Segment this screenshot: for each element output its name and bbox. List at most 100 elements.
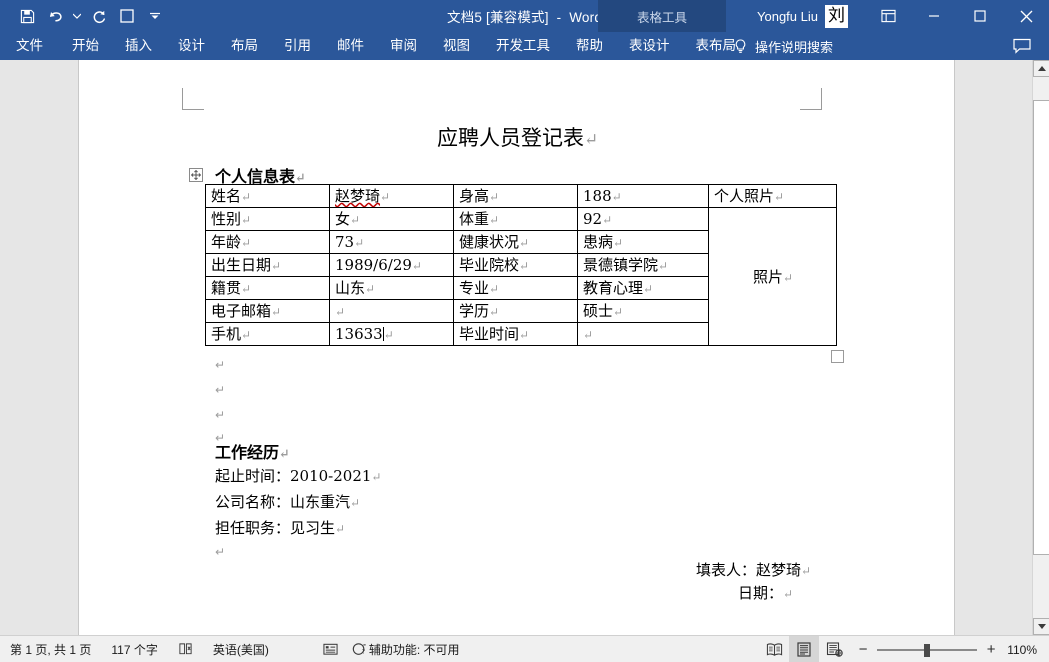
cell-label-phone[interactable]: 手机↵: [205, 322, 330, 346]
accessibility-icon[interactable]: ?: [348, 636, 369, 662]
cell-value-height[interactable]: 188↵: [577, 184, 709, 208]
zoom-level-label[interactable]: 110%: [1007, 643, 1049, 657]
cell-value-graduation-time[interactable]: ↵: [577, 322, 709, 346]
ribbon-tab-strip: 文件 开始 插入 设计 布局 引用 邮件 审阅 视图 开发工具 帮助 表设计 表…: [0, 32, 1049, 60]
tab-view[interactable]: 视图: [430, 32, 483, 60]
pilcrow-mark: ↵: [354, 235, 365, 250]
table-move-handle-icon[interactable]: [189, 168, 203, 182]
account-name[interactable]: Yongfu Liu: [757, 9, 818, 24]
pilcrow-mark: ↵: [383, 327, 394, 342]
pilcrow-mark: ↵: [380, 190, 391, 204]
zoom-slider-group[interactable]: − +: [849, 641, 1007, 658]
cell-value-gender[interactable]: 女↵: [329, 207, 454, 231]
pilcrow-mark: ↵: [583, 327, 594, 342]
comment-icon[interactable]: [1005, 32, 1039, 60]
cell-value-health[interactable]: 患病↵: [577, 230, 709, 254]
word-count-status[interactable]: 117 个字: [101, 636, 167, 662]
cell-label-hometown[interactable]: 籍贯↵: [205, 276, 330, 300]
close-button[interactable]: [1003, 0, 1049, 32]
cell-label-major[interactable]: 专业↵: [453, 276, 578, 300]
pilcrow-mark: ↵: [519, 259, 530, 273]
zoom-slider[interactable]: [877, 643, 978, 657]
tab-home[interactable]: 开始: [59, 32, 112, 60]
cell-photo-placeholder[interactable]: 照片↵: [708, 207, 837, 346]
cell-label-birthdate[interactable]: 出生日期↵: [205, 253, 330, 277]
cell-label-health[interactable]: 健康状况↵: [453, 230, 578, 254]
cell-text: 年龄: [211, 233, 242, 251]
scrollbar-thumb[interactable]: [1033, 100, 1049, 555]
maximize-restore-button[interactable]: [957, 0, 1003, 32]
tab-help[interactable]: 帮助: [563, 32, 616, 60]
zoom-out-button[interactable]: −: [857, 641, 869, 658]
cell-value-phone[interactable]: 13633↵: [329, 322, 454, 346]
cell-label-age[interactable]: 年龄↵: [205, 230, 330, 254]
touch-mouse-mode-square-icon[interactable]: [114, 3, 140, 29]
cell-label-height[interactable]: 身高↵: [453, 184, 578, 208]
pilcrow-mark: ↵: [489, 282, 500, 296]
cell-value-age[interactable]: 73↵: [329, 230, 454, 254]
table-row[interactable]: 姓名↵ 赵梦琦↵ 身高↵ 188↵ 个人照片↵: [205, 184, 837, 208]
cell-value-education[interactable]: 硕士↵: [577, 299, 709, 323]
input-method-icon[interactable]: [279, 636, 348, 662]
vertical-scrollbar[interactable]: [1032, 60, 1049, 635]
page-number-status[interactable]: 第 1 页, 共 1 页: [0, 636, 101, 662]
undo-icon[interactable]: [42, 3, 68, 29]
tell-me-search[interactable]: 操作说明搜索: [733, 32, 833, 60]
cell-label-photo[interactable]: 个人照片↵: [708, 184, 837, 208]
tab-table-design[interactable]: 表设计: [616, 32, 683, 60]
cell-value-email[interactable]: ↵: [329, 299, 454, 323]
cell-value-name[interactable]: 赵梦琦↵: [329, 184, 454, 208]
tab-developer[interactable]: 开发工具: [483, 32, 563, 60]
redo-icon[interactable]: [86, 3, 112, 29]
cell-label-education[interactable]: 学历↵: [453, 299, 578, 323]
work-line-company-text: 公司名称：山东重汽: [215, 493, 351, 511]
scroll-down-button[interactable]: [1033, 618, 1049, 635]
cell-label-name[interactable]: 姓名↵: [205, 184, 330, 208]
cell-value-birthdate[interactable]: 1989/6/29↵: [329, 253, 454, 277]
tab-review[interactable]: 审阅: [377, 32, 430, 60]
read-mode-icon[interactable]: [759, 636, 789, 662]
work-line-position: 担任职务：见习生↵: [215, 517, 345, 538]
tab-layout[interactable]: 布局: [218, 32, 271, 60]
tab-file[interactable]: 文件: [0, 32, 59, 60]
save-icon[interactable]: [14, 3, 40, 29]
arrow-up-icon: [1037, 66, 1046, 71]
cell-text: 姓名: [211, 187, 242, 205]
table-resize-handle[interactable]: [831, 350, 844, 363]
cell-label-weight[interactable]: 体重↵: [453, 207, 578, 231]
tab-references[interactable]: 引用: [271, 32, 324, 60]
tab-design[interactable]: 设计: [165, 32, 218, 60]
tab-mailings[interactable]: 邮件: [324, 32, 377, 60]
cell-text: 硕士: [583, 302, 614, 320]
cell-label-email[interactable]: 电子邮箱↵: [205, 299, 330, 323]
zoom-slider-thumb[interactable]: [924, 643, 931, 657]
pilcrow-mark: ↵: [583, 129, 599, 149]
pilcrow-mark: ↵: [241, 282, 252, 296]
print-layout-icon[interactable]: [789, 636, 820, 662]
minimize-button[interactable]: [911, 0, 957, 32]
table-row[interactable]: 性别↵ 女↵ 体重↵ 92↵ 照片↵: [205, 207, 837, 346]
cell-value-school[interactable]: 景德镇学院↵: [577, 253, 709, 277]
tab-insert[interactable]: 插入: [112, 32, 165, 60]
proofing-errors-icon[interactable]: [168, 636, 203, 662]
cell-label-gender[interactable]: 性别↵: [205, 207, 330, 231]
personal-info-table[interactable]: 姓名↵ 赵梦琦↵ 身高↵ 188↵ 个人照片↵ 性别↵ 女↵ 体重↵ 92↵ 照…: [205, 184, 837, 346]
signature-filled-by-text: 填表人：赵梦琦: [696, 561, 802, 579]
cell-value-weight[interactable]: 92↵: [577, 207, 709, 231]
language-status[interactable]: 英语(美国): [203, 636, 279, 662]
avatar[interactable]: 刘: [825, 4, 848, 28]
cell-value-major[interactable]: 教育心理↵: [577, 276, 709, 300]
scroll-up-button[interactable]: [1033, 60, 1049, 77]
cell-value-hometown[interactable]: 山东↵: [329, 276, 454, 300]
accessibility-status[interactable]: 辅助功能: 不可用: [369, 636, 470, 662]
cell-label-school[interactable]: 毕业院校↵: [453, 253, 578, 277]
ribbon-display-options-icon[interactable]: [866, 0, 911, 32]
cell-label-graduation-time[interactable]: 毕业时间↵: [453, 322, 578, 346]
cell-text: 专业: [459, 279, 490, 297]
customize-qat-chevron-down-icon[interactable]: [148, 3, 162, 29]
zoom-in-button[interactable]: +: [985, 641, 997, 658]
pilcrow-mark: ↵: [365, 282, 376, 296]
web-layout-icon[interactable]: [819, 636, 849, 662]
document-page[interactable]: 应聘人员登记表↵ 个人信息表↵ 姓名↵ 赵梦琦↵ 身高↵ 188↵ 个人照片↵: [78, 60, 955, 635]
undo-dropdown-chevron-down-icon[interactable]: [70, 3, 84, 29]
